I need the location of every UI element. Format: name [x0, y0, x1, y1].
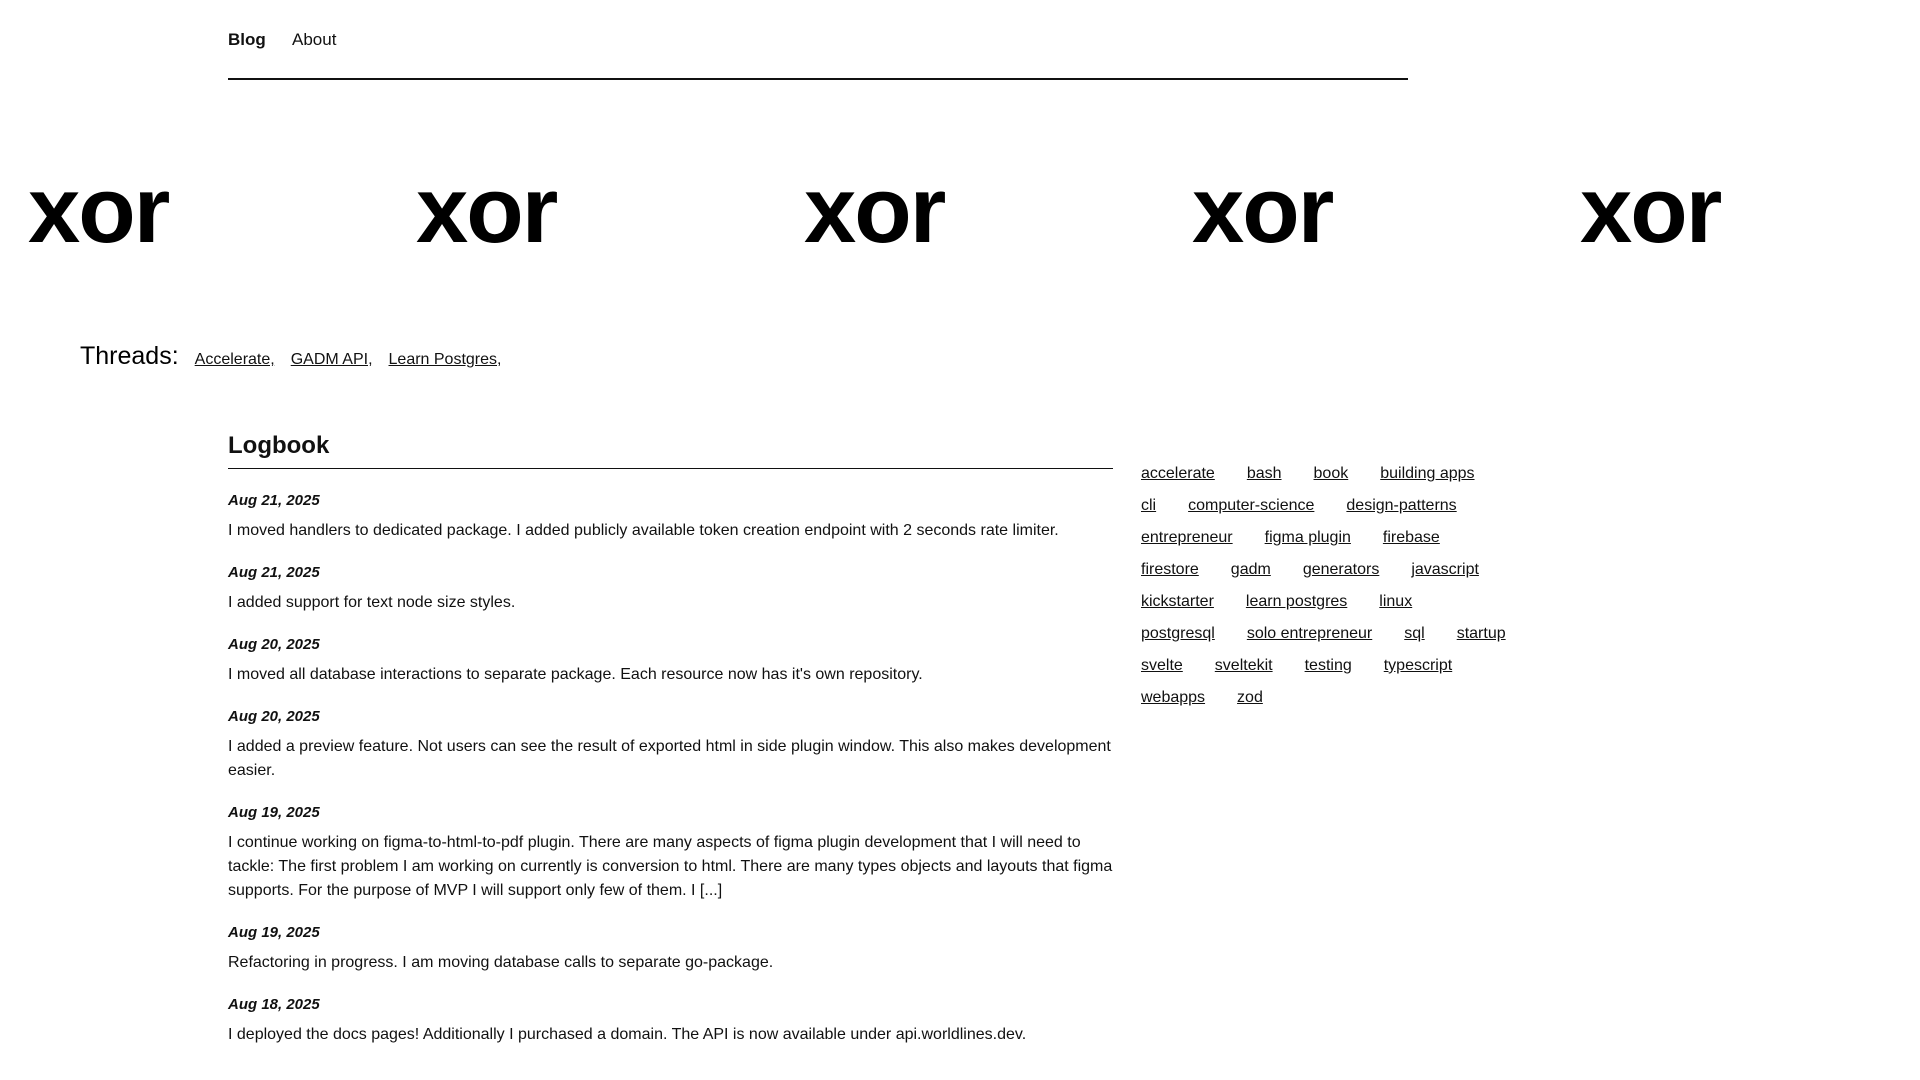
- tag-link[interactable]: learn postgres: [1246, 593, 1347, 611]
- banner-logo: xor: [416, 157, 558, 262]
- tag-link[interactable]: computer-science: [1188, 497, 1314, 515]
- tag-link[interactable]: typescript: [1384, 657, 1452, 675]
- tag-link[interactable]: zod: [1237, 689, 1263, 707]
- top-nav: Blog About: [228, 0, 1408, 80]
- entry-text: I deployed the docs pages! Additionally …: [228, 1026, 1027, 1043]
- logbook-title: Logbook: [228, 430, 1113, 469]
- tag-row: cli computer-science design-patterns: [1141, 490, 1561, 522]
- log-entry: Aug 19, 2025 Refactoring in progress. I …: [228, 923, 1113, 975]
- tag-cloud: accelerate bash book building apps cli c…: [1141, 458, 1561, 714]
- entry-text: I continue working on figma-to-html-to-p…: [228, 834, 1113, 899]
- banner-logo: xor: [1192, 157, 1334, 262]
- page: Blog About xor xor xor xor xor Threads: …: [0, 0, 1920, 1080]
- tag-link[interactable]: firebase: [1383, 529, 1440, 547]
- nav-blog-link[interactable]: Blog: [228, 30, 266, 50]
- tag-link[interactable]: javascript: [1411, 561, 1479, 579]
- banner-logo: xor: [804, 157, 946, 262]
- tag-link[interactable]: figma plugin: [1265, 529, 1351, 547]
- entry-date: Aug 20, 2025: [228, 708, 320, 725]
- tag-link[interactable]: gadm: [1231, 561, 1271, 579]
- tag-link[interactable]: startup: [1457, 625, 1506, 643]
- tag-link[interactable]: postgresql: [1141, 625, 1215, 643]
- tag-link[interactable]: webapps: [1141, 689, 1205, 707]
- entry-date: Aug 21, 2025: [228, 492, 320, 509]
- entry-text: I moved handlers to dedicated package. I…: [228, 522, 1059, 539]
- xor-banner: xor xor xor xor xor: [0, 160, 1920, 260]
- tag-link[interactable]: generators: [1303, 561, 1380, 579]
- log-entry: Aug 20, 2025 I moved all database intera…: [228, 635, 1113, 687]
- logbook-section: Logbook Aug 21, 2025 I moved handlers to…: [228, 430, 1113, 1067]
- tag-row: entrepreneur figma plugin firebase: [1141, 522, 1561, 554]
- tag-row: accelerate bash book building apps: [1141, 458, 1561, 490]
- tag-link[interactable]: linux: [1379, 593, 1412, 611]
- tag-row: svelte sveltekit testing typescript: [1141, 650, 1561, 682]
- banner-logo: xor: [28, 157, 170, 262]
- entry-text: Refactoring in progress. I am moving dat…: [228, 954, 774, 971]
- logbook-entries: Aug 21, 2025 I moved handlers to dedicat…: [228, 491, 1113, 1047]
- tag-link[interactable]: sql: [1404, 625, 1424, 643]
- entry-text: I added a preview feature. Not users can…: [228, 738, 1111, 779]
- tag-row: postgresql solo entrepreneur sql startup: [1141, 618, 1561, 650]
- tag-link[interactable]: sveltekit: [1215, 657, 1273, 675]
- entry-date: Aug 18, 2025: [228, 996, 320, 1013]
- entry-text: I moved all database interactions to sep…: [228, 666, 923, 683]
- entry-date: Aug 21, 2025: [228, 564, 320, 581]
- tag-link[interactable]: entrepreneur: [1141, 529, 1233, 547]
- log-entry: Aug 21, 2025 I moved handlers to dedicat…: [228, 491, 1113, 543]
- entry-text: I added support for text node size style…: [228, 594, 516, 611]
- log-entry: Aug 21, 2025 I added support for text no…: [228, 563, 1113, 615]
- entry-date: Aug 20, 2025: [228, 636, 320, 653]
- threads-label: Threads:: [80, 342, 179, 370]
- tag-link[interactable]: cli: [1141, 497, 1156, 515]
- thread-link-accelerate[interactable]: Accelerate,: [195, 351, 275, 369]
- tag-link[interactable]: accelerate: [1141, 465, 1215, 483]
- tag-row: webapps zod: [1141, 682, 1561, 714]
- tag-link[interactable]: kickstarter: [1141, 593, 1214, 611]
- tag-link[interactable]: building apps: [1380, 465, 1474, 483]
- tag-row: firestore gadm generators javascript: [1141, 554, 1561, 586]
- tag-link[interactable]: book: [1314, 465, 1349, 483]
- tag-link[interactable]: bash: [1247, 465, 1282, 483]
- nav-about-link[interactable]: About: [292, 30, 336, 50]
- banner-logo: xor: [1580, 157, 1722, 262]
- entry-date: Aug 19, 2025: [228, 804, 320, 821]
- thread-link-learn-postgres[interactable]: Learn Postgres,: [389, 351, 502, 369]
- tag-link[interactable]: testing: [1305, 657, 1352, 675]
- entry-date: Aug 19, 2025: [228, 924, 320, 941]
- tag-link[interactable]: solo entrepreneur: [1247, 625, 1372, 643]
- thread-link-gadm-api[interactable]: GADM API,: [291, 351, 373, 369]
- log-entry: Aug 20, 2025 I added a preview feature. …: [228, 707, 1113, 783]
- log-entry: Aug 19, 2025 I continue working on figma…: [228, 803, 1113, 903]
- tag-link[interactable]: design-patterns: [1346, 497, 1456, 515]
- tag-row: kickstarter learn postgres linux: [1141, 586, 1561, 618]
- threads-bar: Threads: Accelerate, GADM API, Learn Pos…: [80, 342, 517, 372]
- tag-link[interactable]: firestore: [1141, 561, 1199, 579]
- log-entry: Aug 18, 2025 I deployed the docs pages! …: [228, 995, 1113, 1047]
- tag-link[interactable]: svelte: [1141, 657, 1183, 675]
